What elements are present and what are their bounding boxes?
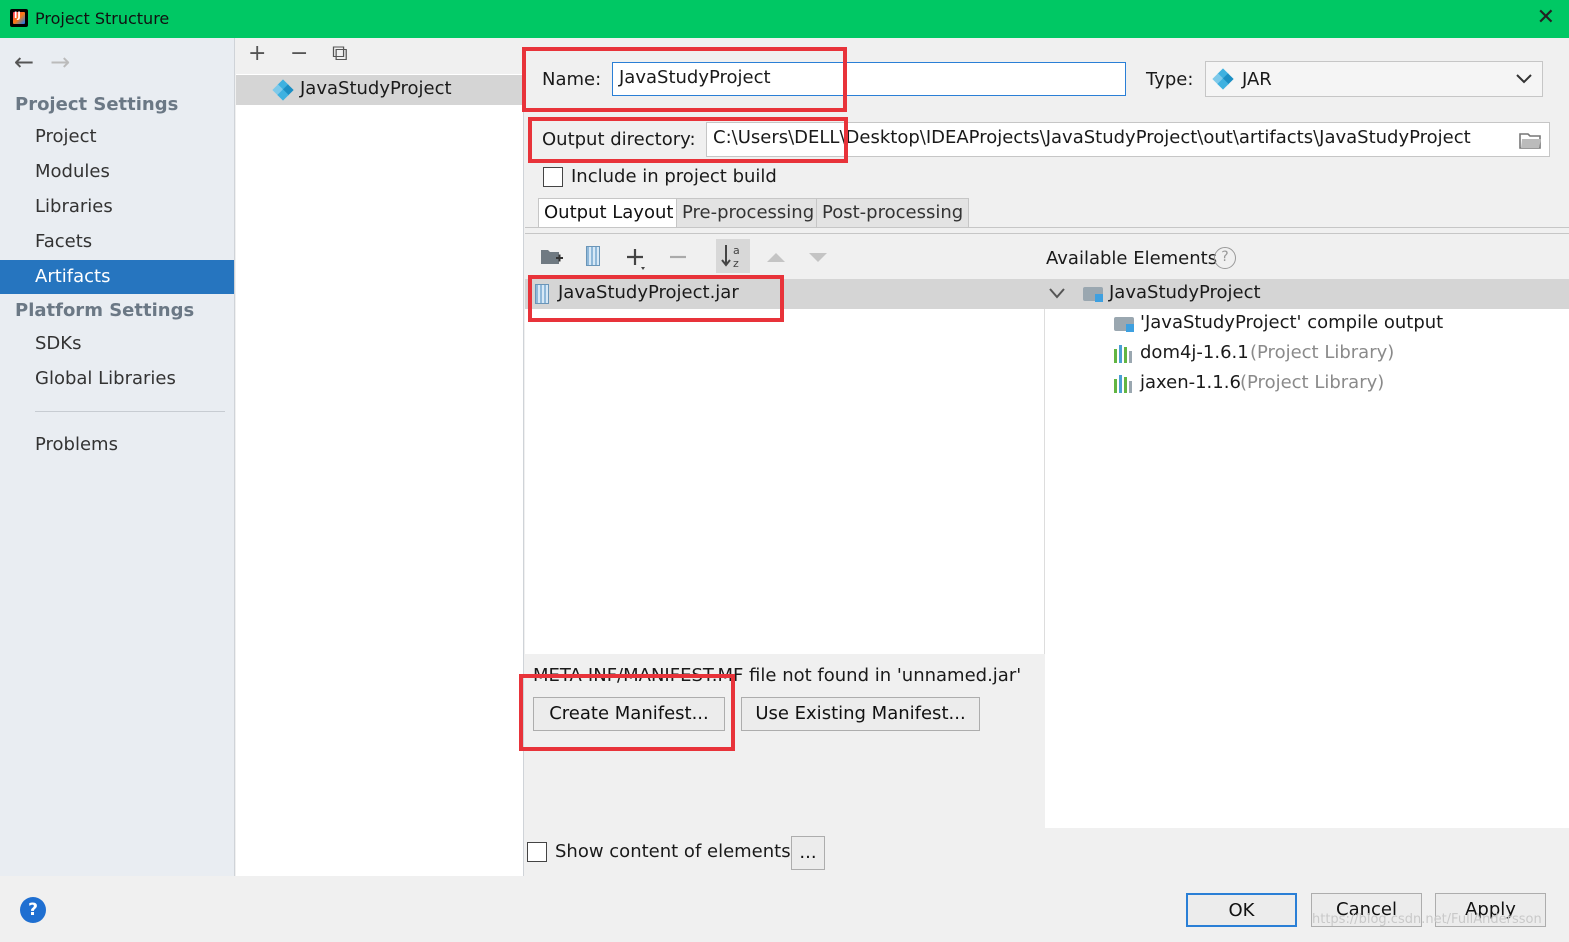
window-title: Project Structure bbox=[35, 9, 170, 28]
browse-folder-icon[interactable] bbox=[1519, 130, 1543, 150]
available-item-suffix: (Project Library) bbox=[1240, 372, 1385, 393]
dialog-footer: OK Cancel Apply bbox=[0, 876, 1569, 942]
available-root-row[interactable]: JavaStudyProject bbox=[1045, 279, 1569, 309]
use-existing-manifest-button[interactable]: Use Existing Manifest... bbox=[741, 697, 980, 731]
output-layout-tree: JavaStudyProject.jar bbox=[525, 279, 1045, 654]
available-elements-tree: JavaStudyProject 'JavaStudyProject' comp… bbox=[1045, 279, 1569, 828]
highlight-name bbox=[522, 47, 847, 112]
close-icon[interactable]: ✕ bbox=[1537, 5, 1555, 30]
copy-icon[interactable]: ⧉ bbox=[332, 41, 348, 66]
include-in-build-checkbox[interactable] bbox=[543, 167, 563, 187]
available-elements-header: Available Elements bbox=[1046, 248, 1218, 269]
artifact-diamond-icon bbox=[272, 79, 294, 101]
available-item-label: dom4j-1.6.1 bbox=[1140, 342, 1249, 363]
artifact-list-item-label: JavaStudyProject bbox=[300, 78, 452, 99]
artifacts-list-panel: + − ⧉ JavaStudyProject bbox=[236, 38, 524, 876]
history-nav: ← → bbox=[14, 48, 70, 76]
highlight-create-manifest bbox=[519, 674, 735, 751]
add-icon[interactable]: + bbox=[248, 41, 266, 66]
tab-underline bbox=[525, 227, 1569, 228]
type-select[interactable]: JAR bbox=[1205, 61, 1543, 97]
remove-icon[interactable]: − bbox=[290, 41, 308, 66]
sidebar-item-facets[interactable]: Facets bbox=[0, 225, 234, 259]
move-down-icon[interactable] bbox=[807, 250, 829, 264]
show-content-options-button[interactable]: ... bbox=[791, 836, 825, 870]
sidebar-item-modules[interactable]: Modules bbox=[0, 155, 234, 189]
svg-text:z: z bbox=[733, 257, 739, 270]
tab-output-layout[interactable]: Output Layout bbox=[538, 198, 680, 228]
show-content-label: Show content of elements bbox=[555, 841, 791, 862]
forward-arrow-icon[interactable]: → bbox=[50, 48, 70, 76]
sidebar-item-project[interactable]: Project bbox=[0, 120, 234, 154]
sidebar-item-problems[interactable]: Problems bbox=[0, 428, 234, 462]
svg-text:a: a bbox=[733, 244, 740, 257]
tab-post-processing[interactable]: Post-processing bbox=[816, 198, 970, 228]
project-settings-header: Project Settings bbox=[15, 94, 179, 115]
back-arrow-icon[interactable]: ← bbox=[14, 48, 34, 76]
sidebar-divider bbox=[35, 411, 225, 412]
remove-icon[interactable] bbox=[669, 248, 687, 266]
sidebar-item-sdks[interactable]: SDKs bbox=[0, 327, 234, 361]
available-root-label: JavaStudyProject bbox=[1109, 282, 1261, 303]
show-content-checkbox[interactable] bbox=[527, 842, 547, 862]
ok-button[interactable]: OK bbox=[1186, 893, 1297, 927]
help-icon[interactable]: ? bbox=[20, 897, 46, 923]
library-icon bbox=[1114, 345, 1134, 363]
sort-icon[interactable]: az bbox=[716, 239, 750, 273]
include-in-build-label: Include in project build bbox=[571, 166, 777, 187]
watermark: https://blog.csdn.net/FullAndersson bbox=[1312, 912, 1542, 927]
available-item-suffix: (Project Library) bbox=[1250, 342, 1395, 363]
highlight-output-directory bbox=[528, 117, 848, 163]
sidebar-item-libraries[interactable]: Libraries bbox=[0, 190, 234, 224]
artifacts-toolbar: + − ⧉ bbox=[236, 38, 524, 74]
highlight-jar bbox=[528, 275, 784, 322]
available-item-label: jaxen-1.1.6 bbox=[1140, 372, 1241, 393]
artifact-list-item[interactable]: JavaStudyProject bbox=[236, 75, 524, 105]
chevron-down-icon bbox=[1516, 74, 1532, 84]
platform-settings-header: Platform Settings bbox=[15, 300, 195, 321]
type-select-value: JAR bbox=[1242, 69, 1272, 90]
available-item-label: 'JavaStudyProject' compile output bbox=[1140, 312, 1444, 333]
sidebar-item-artifacts[interactable]: Artifacts bbox=[0, 260, 234, 294]
new-folder-icon[interactable] bbox=[540, 247, 564, 267]
intellij-app-icon: IJ bbox=[10, 9, 28, 27]
type-label: Type: bbox=[1146, 69, 1194, 90]
archive-icon[interactable] bbox=[586, 246, 600, 266]
add-icon[interactable] bbox=[626, 247, 650, 271]
settings-sidebar: ← → Project Settings Project Modules Libr… bbox=[0, 38, 235, 876]
title-bar: IJ Project Structure ✕ bbox=[0, 0, 1569, 38]
sidebar-item-global-libraries[interactable]: Global Libraries bbox=[0, 362, 234, 396]
expand-chevron-icon[interactable] bbox=[1049, 288, 1065, 300]
tab-pre-processing[interactable]: Pre-processing bbox=[676, 198, 821, 228]
library-icon bbox=[1114, 375, 1134, 393]
jar-diamond-icon bbox=[1212, 68, 1234, 90]
move-up-icon[interactable] bbox=[765, 250, 787, 264]
help-circle-icon[interactable]: ? bbox=[1214, 247, 1236, 269]
